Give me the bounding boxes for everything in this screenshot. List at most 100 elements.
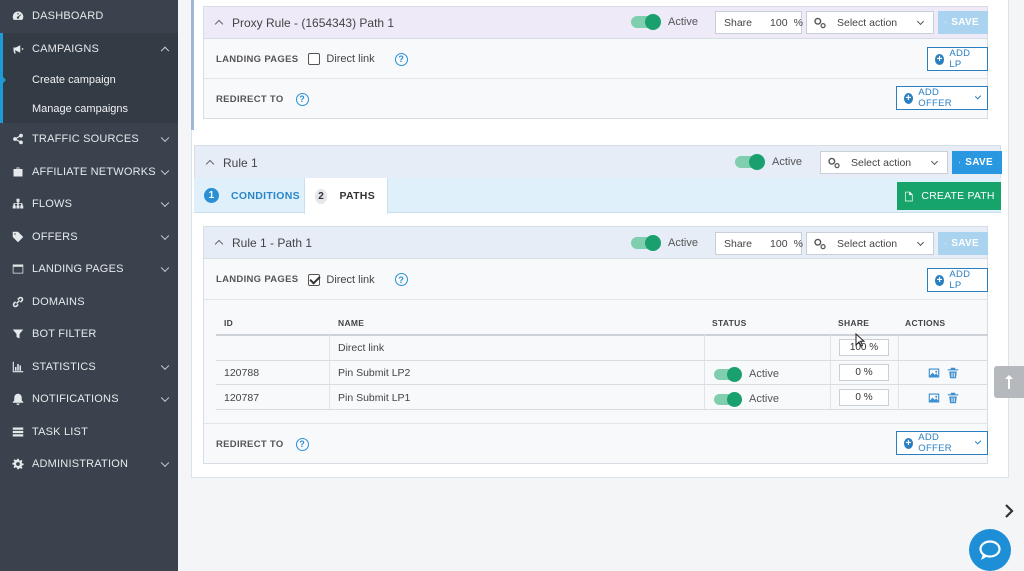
chat-bubble-icon — [979, 540, 1001, 560]
rule-save-button[interactable]: SAVE — [952, 151, 1002, 174]
help-icon[interactable]: ? — [394, 52, 408, 66]
collapse-icon[interactable] — [205, 159, 215, 169]
direct-link-label: Direct link — [326, 53, 375, 65]
tab-label: CONDITIONS — [231, 189, 300, 202]
sidebar-item-landing-pages[interactable]: LANDING PAGES — [0, 253, 178, 286]
proxy-path-active-toggle[interactable]: Active — [631, 14, 698, 30]
save-label: SAVE — [965, 157, 993, 168]
tag-icon — [10, 229, 26, 245]
tab-paths[interactable]: 2 PATHS — [304, 178, 388, 214]
sidebar-item-domains[interactable]: DOMAINS — [0, 286, 178, 319]
sidebar-item-affiliate-networks[interactable]: AFFILIATE NETWORKS — [0, 156, 178, 189]
sidebar-item-label: TRAFFIC SOURCES — [32, 133, 139, 146]
sidebar-item-label: CAMPAIGNS — [32, 42, 99, 55]
rule-path-add-lp-button[interactable]: + ADD LP — [927, 268, 988, 292]
rule-card: Rule 1 Active Select action SAVE — [194, 145, 1002, 180]
image-icon[interactable] — [928, 392, 940, 404]
chevron-down-icon — [160, 458, 170, 468]
help-icon[interactable]: ? — [295, 437, 309, 451]
sitemap-icon — [10, 196, 26, 212]
rule-tabs: 1 CONDITIONS 2 PATHS — [194, 178, 1001, 214]
chevron-right-icon[interactable] — [1003, 504, 1015, 518]
toggle-switch[interactable] — [631, 235, 661, 251]
tab-conditions[interactable]: 1 CONDITIONS — [194, 178, 312, 213]
toggle-label: Active — [772, 156, 802, 168]
dashboard-icon — [10, 8, 26, 24]
rule-path-title: Rule 1 - Path 1 — [232, 235, 313, 250]
bell-icon — [10, 391, 26, 407]
help-icon[interactable]: ? — [394, 273, 408, 286]
toggle-switch[interactable] — [714, 366, 742, 382]
sidebar-item-campaigns[interactable]: CAMPAIGNS — [3, 33, 178, 66]
rule-path-add-offer-button[interactable]: + ADD OFFER — [896, 431, 988, 455]
sidebar-item-bot-filter[interactable]: BOT FILTER — [0, 318, 178, 351]
gear-icon — [10, 456, 26, 472]
proxy-path-save-button[interactable]: SAVE — [938, 11, 988, 34]
collapse-icon[interactable] — [214, 239, 224, 249]
sidebar-subitem-create-campaign[interactable]: Create campaign — [3, 65, 178, 94]
trash-icon[interactable] — [947, 392, 959, 404]
chat-button[interactable] — [969, 529, 1011, 571]
table-header-divider — [216, 334, 988, 336]
scroll-to-top-button[interactable] — [994, 366, 1024, 398]
toggle-switch[interactable] — [631, 14, 661, 30]
rule-path-save-button[interactable]: SAVE — [938, 232, 988, 255]
proxy-path-add-lp-button[interactable]: + ADD LP — [927, 47, 988, 71]
sidebar-item-dashboard[interactable]: DASHBOARD — [0, 0, 178, 33]
select-placeholder: Select action — [837, 16, 898, 29]
create-path-button[interactable]: CREATE PATH — [897, 182, 1001, 210]
list-icon — [10, 424, 26, 440]
share-label: Share — [724, 237, 753, 250]
sidebar-item-offers[interactable]: OFFERS — [0, 221, 178, 254]
proxy-path-title: Proxy Rule - (1654343) Path 1 — [232, 15, 395, 30]
direct-link-checkbox[interactable] — [308, 273, 321, 286]
gears-icon — [814, 17, 826, 28]
sidebar-item-notifications[interactable]: NOTIFICATIONS — [0, 383, 178, 416]
share-value[interactable]: 100 — [770, 17, 788, 29]
rule-path-active-toggle[interactable]: Active — [631, 235, 698, 251]
proxy-path-select-action[interactable]: Select action — [806, 11, 934, 34]
sidebar-item-traffic-sources[interactable]: TRAFFIC SOURCES — [0, 123, 178, 156]
row-divider — [216, 360, 988, 361]
collapse-icon[interactable] — [214, 19, 224, 29]
chevron-down-icon — [160, 166, 170, 175]
trash-icon[interactable] — [947, 367, 959, 379]
sidebar-item-label: DOMAINS — [32, 295, 85, 308]
gears-icon — [814, 238, 826, 249]
row-share-input[interactable]: 0 % — [839, 389, 889, 406]
sidebar-subitem-manage-campaigns[interactable]: Manage campaigns — [3, 94, 178, 123]
proxy-path-add-offer-button[interactable]: + ADD OFFER — [896, 86, 988, 110]
toggle-switch[interactable] — [735, 154, 765, 170]
proxy-path-share-input[interactable]: Share 100 % — [715, 11, 803, 34]
row-status-toggle[interactable]: Active — [714, 391, 779, 407]
rule-path-redirect-row: REDIRECT TO ? — [204, 423, 987, 464]
help-icon[interactable]: ? — [295, 92, 309, 106]
main-content: Proxy Rule - (1654343) Path 1 Active Sha… — [178, 0, 1024, 571]
button-label: CREATE PATH — [921, 190, 995, 202]
direct-link-checkbox[interactable] — [308, 53, 321, 65]
row-divider — [216, 409, 988, 410]
row-status-toggle[interactable]: Active — [714, 366, 779, 382]
direct-link-label: Direct link — [326, 273, 375, 286]
chevron-down-icon — [916, 17, 925, 26]
sidebar: DASHBOARD CAMPAIGNS Create campaign Mana… — [0, 0, 178, 571]
rule-select-action[interactable]: Select action — [820, 151, 948, 174]
rule-path-select-action[interactable]: Select action — [806, 232, 934, 255]
image-icon[interactable] — [928, 367, 940, 379]
mouse-cursor-icon — [855, 333, 865, 347]
rule-title: Rule 1 — [223, 155, 258, 170]
bar-chart-icon — [10, 359, 26, 375]
sidebar-item-task-list[interactable]: TASK LIST — [0, 416, 178, 449]
link-icon — [10, 294, 26, 310]
share-value[interactable]: 100 — [770, 238, 788, 250]
rule-path-share-input[interactable]: Share 100 % — [715, 232, 803, 255]
sidebar-item-administration[interactable]: ADMINISTRATION — [0, 448, 178, 481]
column-divider — [704, 335, 705, 409]
row-share-input[interactable]: 0 % — [839, 364, 889, 381]
sidebar-item-flows[interactable]: FLOWS — [0, 188, 178, 221]
chevron-down-icon — [916, 238, 925, 247]
sidebar-item-statistics[interactable]: STATISTICS — [0, 351, 178, 384]
rule-active-toggle[interactable]: Active — [735, 154, 802, 170]
row-divider — [216, 384, 988, 385]
toggle-switch[interactable] — [714, 391, 742, 407]
